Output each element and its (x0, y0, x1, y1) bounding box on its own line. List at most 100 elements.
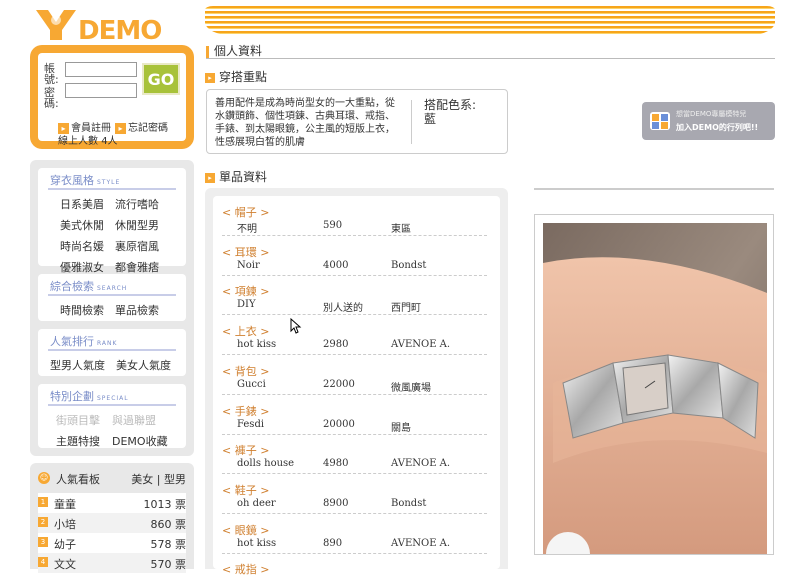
divider (222, 314, 487, 316)
password-input[interactable] (65, 83, 137, 98)
forgot-password-link[interactable]: ▸ 忘記密碼 (115, 119, 168, 134)
item-price: 2980 (323, 339, 349, 351)
item-store: 關島 (391, 422, 411, 434)
item-store: AVENOE A. (391, 458, 451, 470)
board-row[interactable]: 1 童童 1013 票 (38, 493, 186, 513)
menu-item-alliance[interactable]: 與過聯盟 (112, 412, 176, 428)
divider (222, 393, 487, 395)
menu-item-hiphop[interactable]: 流行嗜哈 (115, 196, 175, 212)
item-category: < 項鍊 > (222, 285, 270, 299)
mouse-cursor-icon (290, 318, 302, 334)
item-name: 不明 (237, 224, 257, 235)
menu-rank: 人氣排行 RANK 型男人氣度 美女人氣度 (38, 329, 186, 376)
smile-icon: ☺ (38, 472, 50, 484)
join-model-banner[interactable]: 想當DEMO專屬模特兒 加入DEMO的行列吧!! (642, 102, 775, 140)
item-store: 東區 (391, 224, 411, 235)
board-row[interactable]: 4 文文 570 票 (38, 553, 186, 573)
login-box: 帳號: 密碼: GO ▸ 會員註冊 ▸ 忘記密碼 線上人數 4人 (30, 45, 194, 149)
item-store: 微風廣場 (391, 382, 431, 394)
login-go-button[interactable]: GO (142, 63, 180, 95)
board-row[interactable]: 2 小培 860 票 (38, 513, 186, 533)
item-name: Noir (237, 259, 260, 271)
item-price: 20000 (323, 418, 355, 430)
item-name: DIY (237, 299, 256, 311)
item-category: < 帽子 > (222, 206, 270, 219)
item-name: oh deer (237, 497, 276, 509)
password-label: 密碼: (44, 86, 59, 110)
item-category: < 耳環 > (222, 245, 270, 259)
menu-title: 穿衣風格 (50, 174, 94, 187)
arrow-icon: ▸ (205, 72, 215, 83)
item-name: Gucci (237, 378, 266, 390)
grid-icon (650, 112, 670, 130)
menu-item-fashion-lady[interactable]: 時尚名媛 (60, 238, 115, 254)
item-category: < 鞋子 > (222, 483, 270, 497)
menu-item-street[interactable]: 街頭目擊 (56, 412, 112, 428)
menu-item-men-rank[interactable]: 型男人氣度 (50, 357, 116, 373)
item-store: AVENOE A. (391, 537, 451, 549)
board-title: 人氣看板 (56, 473, 100, 486)
watch-photo (543, 223, 767, 554)
menu-item-item-search[interactable]: 單品檢索 (115, 302, 175, 318)
board-filter[interactable]: 美女 | 型男 (131, 471, 186, 487)
divider (222, 433, 487, 435)
color-scheme: 搭配色系: 藍 (424, 98, 477, 126)
divider (222, 235, 487, 236)
item-category: < 背包 > (222, 364, 270, 378)
item-price: 8900 (323, 497, 349, 509)
item-price: 22000 (323, 378, 355, 390)
item-price: 別人送的 (323, 303, 363, 315)
menu-item-japanese[interactable]: 日系美眉 (60, 196, 115, 212)
item-price: 590 (323, 220, 343, 231)
account-input[interactable] (65, 62, 137, 77)
item-name: dolls house (237, 458, 295, 470)
board-row[interactable]: 3 幼子 578 票 (38, 533, 186, 553)
arrow-icon: ▸ (205, 172, 215, 183)
item-price: 890 (323, 537, 343, 549)
emphasis-heading: ▸ 穿搭重點 (205, 68, 267, 85)
item-price: 4980 (323, 458, 349, 470)
menu-item-harajuku[interactable]: 裏原宿風 (115, 238, 175, 254)
menu-item-theme-search[interactable]: 主題特搜 (56, 433, 112, 449)
ad-title: 加入DEMO的行列吧!! (676, 123, 759, 132)
profile-heading: 個人資料 (206, 42, 262, 59)
menu-special: 特別企劃 SPECIAL 街頭目擊 與過聯盟 主題特搜 DEMO收藏 (38, 384, 186, 448)
site-logo[interactable]: DEMO (34, 6, 194, 46)
ad-subtitle: 想當DEMO專屬模特兒 (676, 110, 747, 118)
emphasis-box: 善用配件是成為時尚型女的一大重點，從水鑽頭飾、個性項鍊、古典耳環、戒指、手錶、到… (206, 89, 508, 154)
divider (222, 512, 487, 514)
item-category: < 眼鏡 > (222, 523, 270, 537)
emphasis-text: 善用配件是成為時尚型女的一大重點，從水鑽頭飾、個性項鍊、古典耳環、戒指、手錶、到… (215, 98, 395, 148)
item-store: 西門町 (391, 303, 421, 315)
item-category: < 上衣 > (222, 325, 270, 339)
menu-item-urban[interactable]: 都會雅痞 (115, 259, 175, 275)
menu-title: 人氣排行 (50, 335, 94, 348)
left-menu-panel: 穿衣風格 STYLE 日系美眉 流行嗜哈 美式休閒 休閒型男 時尚名媛 裏原宿風 … (30, 160, 194, 456)
divider (206, 58, 775, 59)
divider (222, 274, 487, 276)
items-heading: ▸ 單品資料 (205, 168, 267, 185)
items-panel: < 帽子 > 不明 590 東區 < 耳環 > Noir 4000 Bondst < 項鍊 > D… (205, 188, 508, 576)
item-category: < 手錶 > (222, 404, 270, 418)
menu-title: 特別企劃 (50, 390, 94, 403)
header-banner (205, 6, 775, 36)
item-category: < 褲子 > (222, 444, 270, 458)
divider (222, 473, 487, 475)
item-store: Bondst (391, 259, 427, 271)
item-name: hot kiss (237, 339, 277, 351)
item-category: < 戒指 > (222, 563, 270, 577)
menu-item-time-search[interactable]: 時間檢索 (60, 302, 115, 318)
menu-title: 綜合檢索 (50, 280, 94, 293)
item-store: Bondst (391, 497, 427, 509)
menu-item-women-rank[interactable]: 美女人氣度 (116, 357, 182, 373)
divider (222, 354, 487, 356)
menu-item-demo-collection[interactable]: DEMO收藏 (112, 433, 176, 449)
menu-item-american-casual[interactable]: 美式休閒 (60, 217, 115, 233)
divider (534, 188, 774, 190)
menu-item-elegant[interactable]: 優雅淑女 (60, 259, 115, 275)
menu-search: 綜合檢索 SEARCH 時間檢索 單品檢索 (38, 274, 186, 321)
menu-item-casual-men[interactable]: 休閒型男 (115, 217, 175, 233)
online-count: 線上人數 4人 (58, 136, 118, 147)
divider (222, 552, 487, 554)
outfit-photo (534, 214, 774, 555)
